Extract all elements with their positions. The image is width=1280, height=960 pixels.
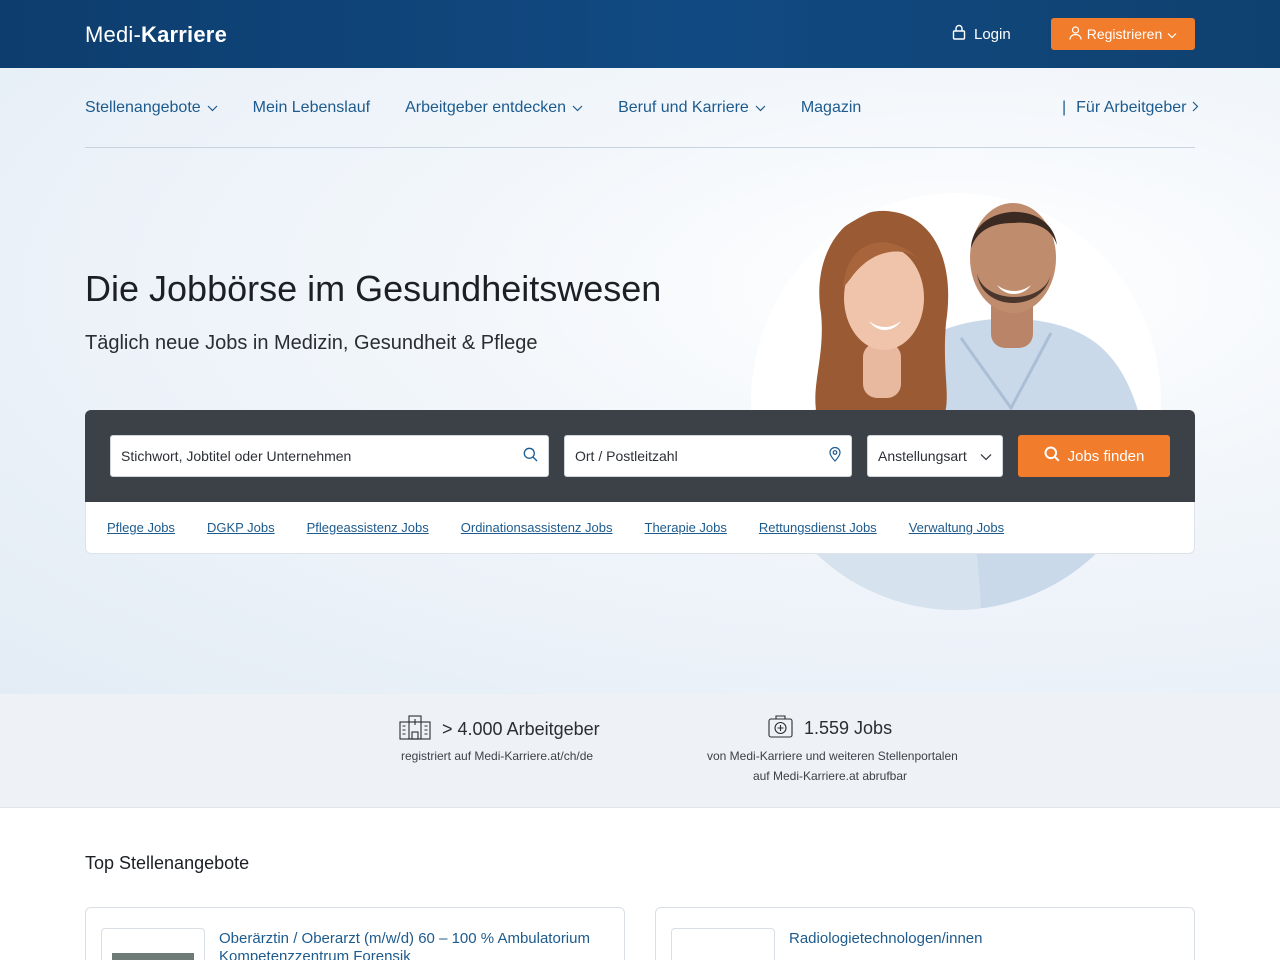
nav-separator: | xyxy=(1062,99,1067,116)
employment-type-select[interactable]: Anstellungsart xyxy=(867,435,1003,477)
nav-item-fuer-arbeitgeber[interactable]: | Für Arbeitgeber xyxy=(1062,96,1199,120)
logo-text-bold: Karriere xyxy=(141,22,228,47)
company-logo xyxy=(101,928,205,960)
employer-count-value: > 4.000 Arbeitgeber xyxy=(442,719,600,739)
employment-type-value: Anstellungsart xyxy=(878,448,967,464)
company-logo xyxy=(671,928,775,960)
nav-item-label: Magazin xyxy=(800,99,862,116)
employer-count-caption: registriert auf Medi-Karriere.at/ch/de xyxy=(401,749,594,763)
quick-link-pflegeassistenz[interactable]: Pflegeassistenz Jobs xyxy=(307,520,429,535)
nav-item-magazin[interactable]: Magazin xyxy=(801,99,861,117)
nav-item-label: Stellenangebote xyxy=(85,99,201,116)
page-title: Die Jobbörse im Gesundheitswesen xyxy=(85,268,662,309)
search-icon xyxy=(523,447,538,465)
user-icon xyxy=(1069,25,1082,43)
top-header: Medi-Karriere Login Registrieren xyxy=(0,0,1280,68)
register-label: Registrieren xyxy=(1086,26,1163,42)
quick-link-therapie[interactable]: Therapie Jobs xyxy=(645,520,727,535)
nav-item-arbeitgeber-entdecken[interactable]: Arbeitgeber entdecken xyxy=(405,99,583,117)
quick-link-pflege[interactable]: Pflege Jobs xyxy=(107,520,175,535)
chevron-right-icon xyxy=(1186,99,1199,117)
quick-link-verwaltung[interactable]: Verwaltung Jobs xyxy=(909,520,1004,535)
job-search-panel: Stichwort, Jobtitel oder Unternehmen Ort… xyxy=(85,410,1195,502)
nav-item-label: Arbeitgeber entdecken xyxy=(405,99,567,116)
login-link[interactable]: Login xyxy=(952,24,1011,44)
chevron-down-icon xyxy=(201,99,218,117)
chevron-down-icon xyxy=(749,99,766,117)
site-logo[interactable]: Medi-Karriere xyxy=(85,22,227,48)
chevron-down-icon xyxy=(1167,26,1177,42)
quick-link-dgkp[interactable]: DGKP Jobs xyxy=(207,520,275,535)
top-jobs-heading: Top Stellenangebote xyxy=(85,853,250,873)
hospital-building-icon xyxy=(399,714,442,745)
job-count-caption-line1: von Medi-Karriere und weiteren Stellenpo… xyxy=(707,749,958,763)
keyword-search-placeholder: Stichwort, Jobtitel oder Unternehmen xyxy=(121,448,352,464)
login-label: Login xyxy=(974,25,1011,43)
stats-section: > 4.000 Arbeitgeber registriert auf Medi… xyxy=(0,694,1280,808)
location-pin-icon xyxy=(829,446,841,465)
find-jobs-label: Jobs finden xyxy=(1067,447,1145,465)
nav-divider xyxy=(85,147,1195,148)
location-input[interactable]: Ort / Postleitzahl xyxy=(564,435,852,477)
register-button[interactable]: Registrieren xyxy=(1051,18,1195,50)
job-title-link[interactable]: Oberärztin / Oberarzt (m/w/d) 60 – 100 %… xyxy=(219,930,614,960)
main-navigation: Stellenangebote Mein Lebenslauf Arbeitge… xyxy=(85,96,896,120)
find-jobs-button[interactable]: Jobs finden xyxy=(1018,435,1170,477)
search-icon xyxy=(1044,446,1060,466)
chevron-down-icon xyxy=(566,99,583,117)
nav-item-label: Mein Lebenslauf xyxy=(252,99,371,116)
quick-link-rettungsdienst[interactable]: Rettungsdienst Jobs xyxy=(759,520,877,535)
quick-job-links: Pflege Jobs DGKP Jobs Pflegeassistenz Jo… xyxy=(85,502,1195,554)
job-title-link[interactable]: Radiologietechnologen/innen xyxy=(789,930,1184,948)
nav-item-label: Beruf und Karriere xyxy=(618,99,749,116)
job-count-caption-line2: auf Medi-Karriere.at abrufbar xyxy=(752,769,908,783)
quick-link-ordinationsassistenz[interactable]: Ordinationsassistenz Jobs xyxy=(461,520,613,535)
nav-item-stellenangebote[interactable]: Stellenangebote xyxy=(85,99,218,117)
chevron-down-icon xyxy=(980,448,992,464)
employer-count-stat: > 4.000 Arbeitgeber xyxy=(399,714,600,745)
job-card[interactable]: Oberärztin / Oberarzt (m/w/d) 60 – 100 %… xyxy=(85,907,625,960)
job-count-stat: 1.559 Jobs xyxy=(768,714,892,743)
lock-icon xyxy=(952,24,974,44)
nav-item-lebenslauf[interactable]: Mein Lebenslauf xyxy=(253,99,370,117)
job-count-caption: von Medi-Karriere und weiteren Stellenpo… xyxy=(707,746,958,786)
keyword-search-input[interactable]: Stichwort, Jobtitel oder Unternehmen xyxy=(110,435,549,477)
logo-text-light: Medi- xyxy=(85,22,142,47)
job-count-value: 1.559 Jobs xyxy=(804,718,893,738)
medical-kit-icon xyxy=(768,714,804,743)
page-subtitle: Täglich neue Jobs in Medizin, Gesundheit… xyxy=(85,332,538,354)
nav-item-beruf-und-karriere[interactable]: Beruf und Karriere xyxy=(618,99,766,117)
job-card[interactable]: Radiologietechnologen/innen xyxy=(655,907,1195,960)
nav-item-label: Für Arbeitgeber xyxy=(1076,99,1187,116)
location-placeholder: Ort / Postleitzahl xyxy=(575,448,678,464)
